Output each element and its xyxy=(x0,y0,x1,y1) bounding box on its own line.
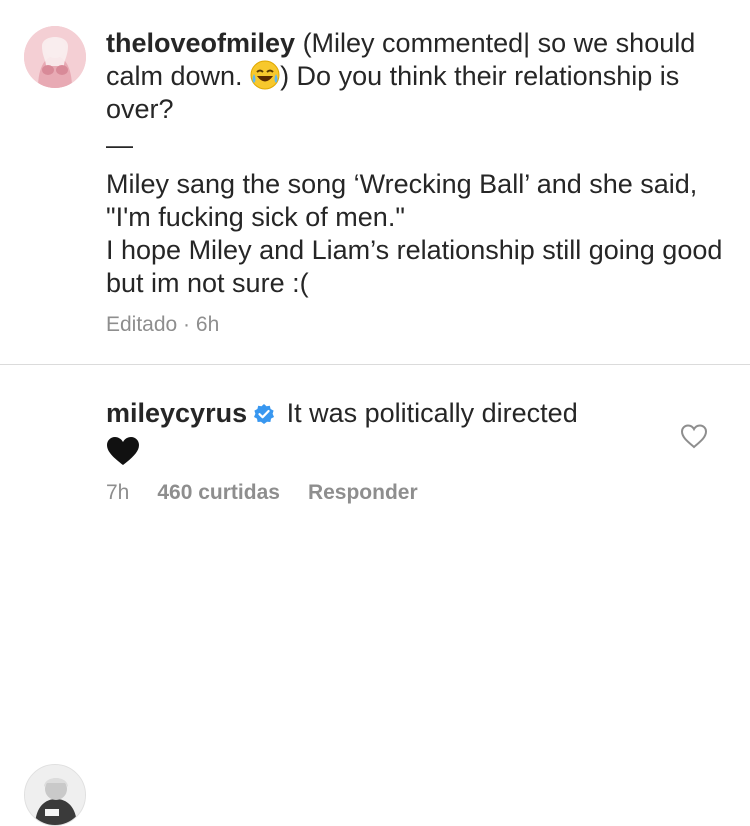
comment-text: It was politically directed xyxy=(279,398,578,428)
comment-meta: Editado · 6h xyxy=(106,313,247,337)
verified-badge-icon xyxy=(253,400,275,424)
comment-text: theloveofmiley (Miley commented| so we s… xyxy=(106,28,696,124)
comment-username[interactable]: mileycyrus xyxy=(106,398,247,428)
avatar-image xyxy=(25,765,85,825)
likes-count-link[interactable]: 460 curtidas xyxy=(157,481,280,504)
comment-paragraph: Miley sang the song ‘Wrecking Ball’ and … xyxy=(106,169,698,232)
comment-body: theloveofmiley (Miley commented| so we s… xyxy=(106,27,726,300)
edited-timestamp: Editado · 6h xyxy=(106,313,220,336)
avatar-image xyxy=(24,26,86,88)
heart-icon[interactable] xyxy=(680,423,708,449)
divider xyxy=(0,364,750,365)
comment-item: theloveofmiley (Miley commented| so we s… xyxy=(0,0,750,362)
comment-meta: 7h 460 curtidas Responder xyxy=(106,481,446,505)
user-avatar[interactable] xyxy=(24,764,86,826)
separator-dash: — xyxy=(106,130,133,160)
comment-username[interactable]: theloveofmiley xyxy=(106,28,295,58)
user-avatar[interactable] xyxy=(24,26,86,88)
laughing-crying-emoji-icon xyxy=(250,60,280,90)
comment-time: 7h xyxy=(106,481,130,504)
black-heart-emoji-icon xyxy=(106,436,726,474)
reply-item: mileycyrus It was politically directed 7… xyxy=(0,366,750,826)
comment-body: mileycyrus It was politically directed xyxy=(106,397,726,474)
comment-paragraph: I hope Miley and Liam’s relationship sti… xyxy=(106,235,723,298)
reply-button[interactable]: Responder xyxy=(308,481,418,504)
